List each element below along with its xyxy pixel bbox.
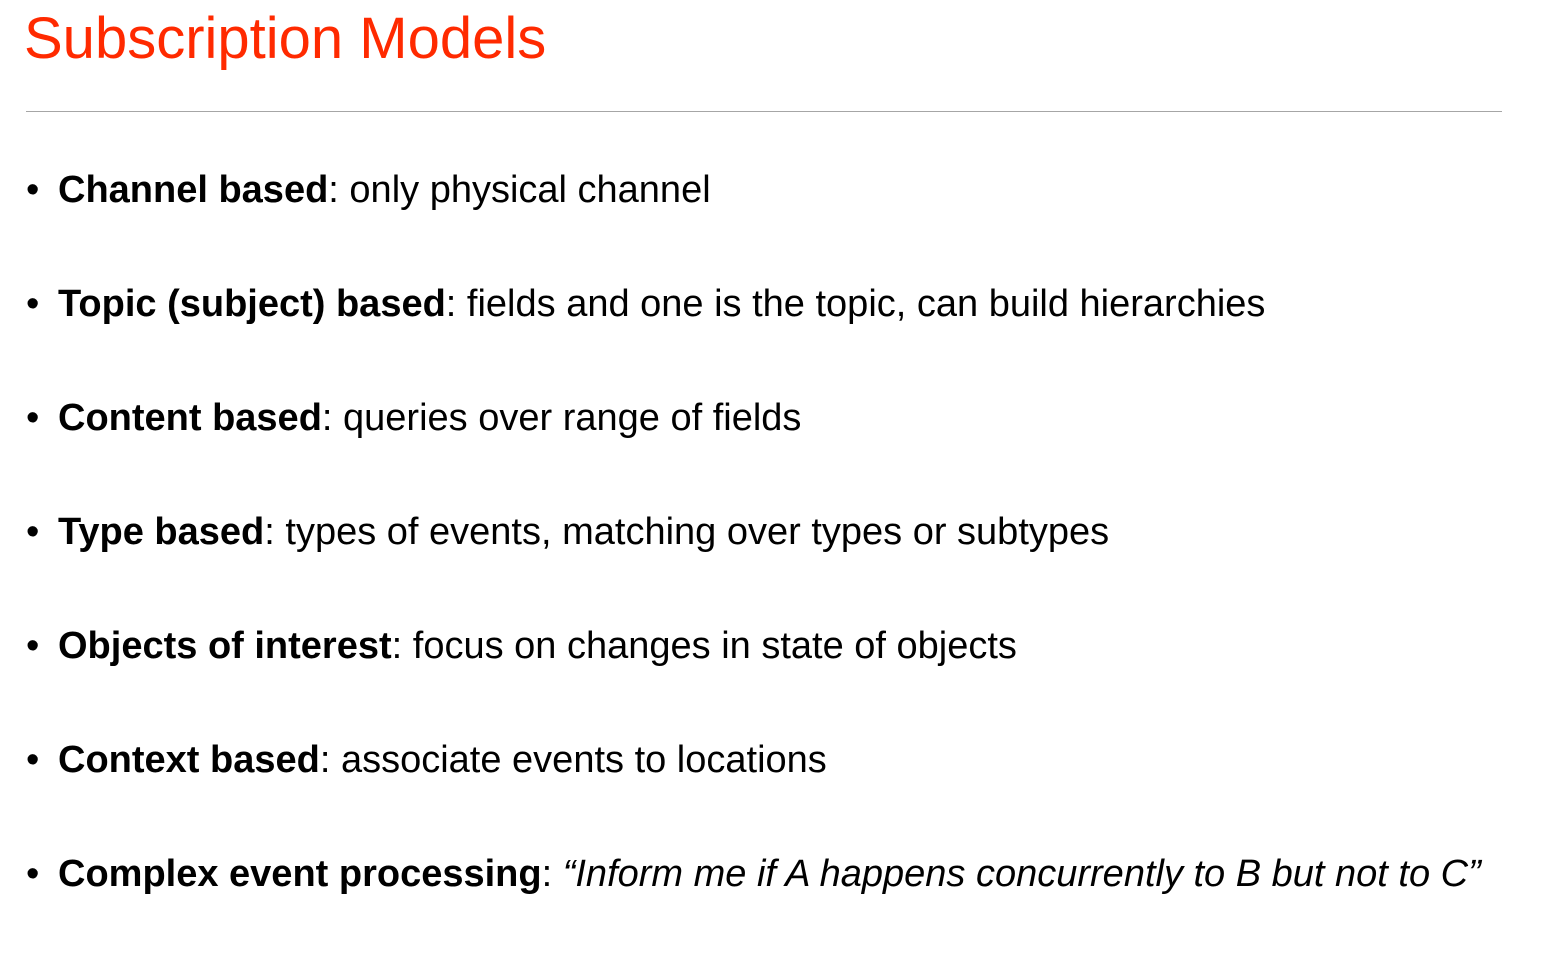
bullet-description: types of events, matching over types or … (285, 511, 1110, 553)
bullet-dot-icon: • (26, 853, 40, 895)
bullet-quote: “Inform me if A happens concurrently to … (562, 853, 1481, 895)
bullet-separator: : (319, 739, 341, 781)
bullet-dot-icon: • (26, 169, 40, 211)
bullet-term: Complex event processing (58, 853, 542, 895)
bullet-content-based: • Content based: queries over range of f… (26, 394, 1506, 442)
bullet-separator: : (391, 625, 413, 667)
bullet-dot-icon: • (26, 511, 40, 553)
bullet-complex-event-processing: • Complex event processing: “Inform me i… (26, 850, 1506, 898)
bullet-term: Type based (58, 511, 265, 553)
bullet-description: associate events to locations (340, 739, 827, 781)
bullet-description: queries over range of fields (343, 397, 802, 439)
bullet-channel-based: • Channel based: only physical channel (26, 166, 1506, 214)
bullet-term: Topic (subject) based (58, 283, 446, 325)
bullet-separator: : (264, 511, 286, 553)
slide-title: Subscription Models (24, 6, 547, 71)
bullet-separator: : (541, 853, 563, 895)
slide: Subscription Models • Channel based: onl… (0, 0, 1543, 955)
bullet-separator: : (321, 397, 344, 439)
bullet-separator: : (328, 169, 350, 211)
bullet-description: focus on changes in state of objects (412, 625, 1017, 667)
title-divider (26, 111, 1502, 112)
bullet-description: fields and one is the topic, can build h… (466, 283, 1266, 325)
bullet-dot-icon: • (26, 397, 40, 439)
bullet-topic-based: • Topic (subject) based: fields and one … (26, 280, 1506, 328)
bullet-term: Context based (58, 739, 320, 781)
bullet-context-based: • Context based: associate events to loc… (26, 736, 1506, 784)
bullet-type-based: • Type based: types of events, matching … (26, 508, 1506, 556)
bullet-term: Objects of interest (58, 625, 392, 667)
bullet-dot-icon: • (26, 625, 40, 667)
bullet-description: only physical channel (349, 169, 711, 211)
bullet-term: Channel based (58, 169, 329, 211)
bullet-dot-icon: • (26, 283, 40, 325)
bullet-term: Content based (58, 397, 322, 439)
bullet-separator: : (445, 283, 467, 325)
bullet-objects-of-interest: • Objects of interest: focus on changes … (26, 622, 1506, 670)
bullet-dot-icon: • (26, 739, 40, 781)
